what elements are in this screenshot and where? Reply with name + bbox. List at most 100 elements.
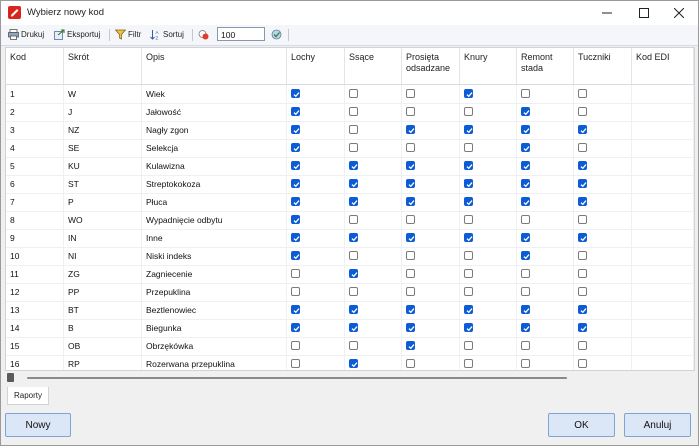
column-header[interactable]: Skrót — [64, 48, 142, 84]
checkbox[interactable] — [406, 233, 415, 242]
limit-input[interactable]: 100 — [217, 27, 265, 41]
checkbox[interactable] — [464, 179, 473, 188]
checkbox[interactable] — [578, 143, 587, 152]
column-header[interactable]: Lochy — [287, 48, 345, 84]
table-row[interactable]: 1 W Wiek — [6, 85, 694, 104]
checkbox[interactable] — [349, 341, 358, 350]
checkbox[interactable] — [349, 323, 358, 332]
checkbox[interactable] — [464, 359, 473, 368]
checkbox[interactable] — [349, 359, 358, 368]
table-row[interactable]: 13 BT Beztlenowiec — [6, 301, 694, 320]
checkbox[interactable] — [406, 215, 415, 224]
checkbox[interactable] — [464, 233, 473, 242]
checkbox[interactable] — [349, 287, 358, 296]
table-row[interactable]: 6 ST Streptokokoza — [6, 175, 694, 194]
checkbox[interactable] — [291, 161, 300, 170]
checkbox[interactable] — [291, 359, 300, 368]
checkbox[interactable] — [521, 323, 530, 332]
checkbox[interactable] — [349, 305, 358, 314]
checkbox[interactable] — [464, 215, 473, 224]
checkbox[interactable] — [406, 305, 415, 314]
column-header[interactable]: Ssące — [345, 48, 402, 84]
checkbox[interactable] — [406, 287, 415, 296]
checkbox[interactable] — [406, 107, 415, 116]
checkbox[interactable] — [464, 323, 473, 332]
checkbox[interactable] — [464, 107, 473, 116]
table-row[interactable]: 5 KU Kulawizna — [6, 157, 694, 176]
column-header[interactable]: Kod EDI — [632, 48, 694, 84]
clear-limit-button[interactable] — [198, 27, 211, 42]
checkbox[interactable] — [349, 107, 358, 116]
checkbox[interactable] — [291, 341, 300, 350]
column-header[interactable]: Tuczniki — [574, 48, 632, 84]
checkbox[interactable] — [291, 179, 300, 188]
checkbox[interactable] — [578, 89, 587, 98]
checkbox[interactable] — [521, 251, 530, 260]
cancel-button[interactable]: Anuluj — [624, 413, 691, 437]
checkbox[interactable] — [406, 179, 415, 188]
table-row[interactable]: 11 ZG Zagniecenie — [6, 265, 694, 284]
checkbox[interactable] — [406, 125, 415, 134]
checkbox[interactable] — [464, 269, 473, 278]
checkbox[interactable] — [349, 233, 358, 242]
checkbox[interactable] — [464, 161, 473, 170]
sort-button[interactable]: AZ Sortuj — [150, 27, 184, 42]
table-row[interactable]: 3 NZ Nagły zgon — [6, 121, 694, 140]
checkbox[interactable] — [291, 125, 300, 134]
checkbox[interactable] — [578, 233, 587, 242]
checkbox[interactable] — [521, 341, 530, 350]
scrollbar-left-handle[interactable] — [7, 373, 14, 382]
checkbox[interactable] — [291, 233, 300, 242]
checkbox[interactable] — [464, 341, 473, 350]
checkbox[interactable] — [578, 251, 587, 260]
checkbox[interactable] — [406, 143, 415, 152]
minimize-button[interactable] — [590, 1, 624, 25]
new-button[interactable]: Nowy — [5, 413, 71, 437]
filter-button[interactable]: Filtr — [115, 27, 141, 42]
checkbox[interactable] — [291, 287, 300, 296]
checkbox[interactable] — [521, 359, 530, 368]
checkbox[interactable] — [349, 269, 358, 278]
table-row[interactable]: 4 SE Selekcja — [6, 139, 694, 158]
checkbox[interactable] — [521, 107, 530, 116]
checkbox[interactable] — [578, 287, 587, 296]
column-header[interactable]: Opis — [142, 48, 287, 84]
checkbox[interactable] — [578, 323, 587, 332]
table-row[interactable]: 10 NI Niski indeks — [6, 247, 694, 266]
print-button[interactable]: Drukuj — [8, 27, 44, 42]
table-row[interactable]: 15 OB Obrzękówka — [6, 337, 694, 356]
checkbox[interactable] — [349, 143, 358, 152]
checkbox[interactable] — [406, 251, 415, 260]
checkbox[interactable] — [578, 161, 587, 170]
maximize-button[interactable] — [627, 1, 661, 25]
table-row[interactable]: 2 J Jałowość — [6, 103, 694, 122]
column-header[interactable]: Prosięta odsadzane — [402, 48, 460, 84]
checkbox[interactable] — [349, 215, 358, 224]
checkbox[interactable] — [349, 197, 358, 206]
checkbox[interactable] — [291, 107, 300, 116]
checkbox[interactable] — [578, 179, 587, 188]
checkbox[interactable] — [464, 251, 473, 260]
checkbox[interactable] — [521, 287, 530, 296]
checkbox[interactable] — [349, 125, 358, 134]
table-row[interactable]: 8 WO Wypadnięcie odbytu — [6, 211, 694, 230]
checkbox[interactable] — [578, 359, 587, 368]
horizontal-scrollbar[interactable] — [5, 371, 693, 383]
column-header[interactable]: Knury — [460, 48, 517, 84]
checkbox[interactable] — [521, 125, 530, 134]
ok-button[interactable]: OK — [548, 413, 615, 437]
checkbox[interactable] — [521, 233, 530, 242]
checkbox[interactable] — [521, 269, 530, 278]
checkbox[interactable] — [578, 125, 587, 134]
table-row[interactable]: 12 PP Przepuklina — [6, 283, 694, 302]
checkbox[interactable] — [291, 215, 300, 224]
checkbox[interactable] — [291, 197, 300, 206]
checkbox[interactable] — [291, 323, 300, 332]
checkbox[interactable] — [464, 125, 473, 134]
checkbox[interactable] — [521, 179, 530, 188]
checkbox[interactable] — [406, 359, 415, 368]
tab-reports[interactable]: Raporty — [7, 387, 50, 405]
checkbox[interactable] — [578, 197, 587, 206]
checkbox[interactable] — [578, 215, 587, 224]
checkbox[interactable] — [521, 143, 530, 152]
